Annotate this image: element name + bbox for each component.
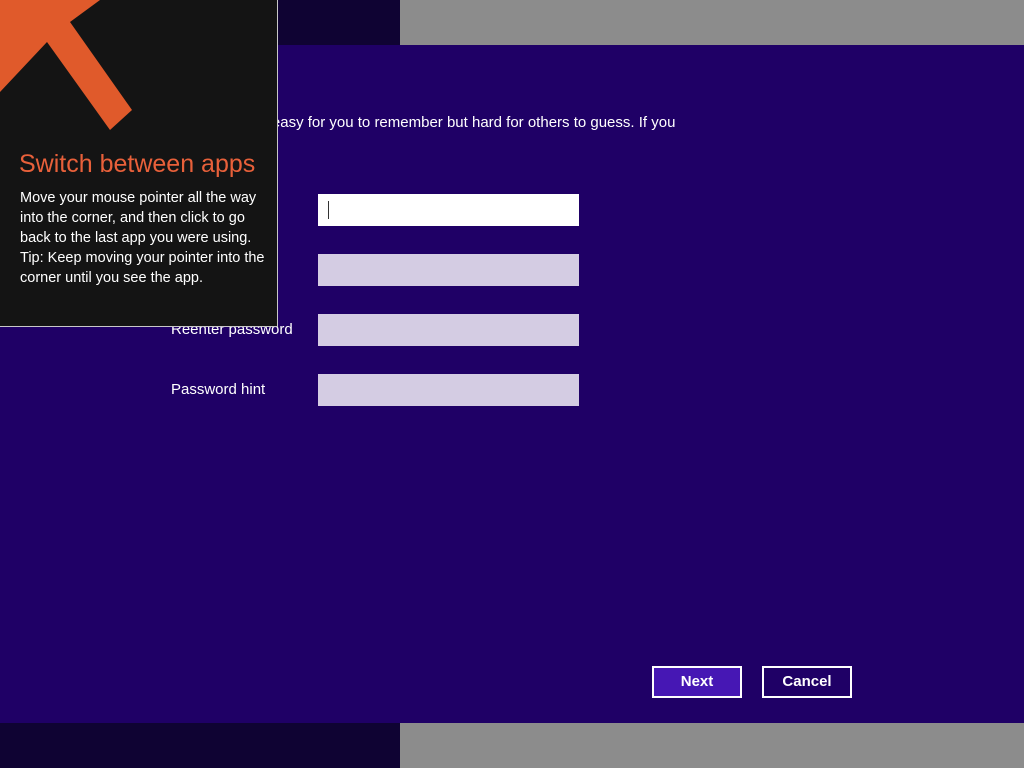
arrow-up-left-icon — [0, 0, 132, 130]
background-top-right — [400, 0, 1024, 45]
next-button[interactable]: Next — [652, 666, 742, 698]
background-bottom-right — [400, 723, 1024, 768]
reenter-password-input[interactable] — [318, 314, 579, 346]
tip-body: Move your mouse pointer all the way into… — [20, 188, 265, 288]
password-hint-label: Password hint — [171, 381, 266, 398]
background-bottom-left — [0, 723, 400, 768]
form-row-password-hint: Password hint — [171, 374, 591, 406]
text-caret — [328, 201, 329, 219]
cancel-button[interactable]: Cancel — [762, 666, 852, 698]
tip-body-line2: Tip: Keep moving your pointer into the c… — [20, 250, 265, 286]
tip-body-line1: Move your mouse pointer all the way into… — [20, 190, 257, 246]
password-input[interactable] — [318, 254, 579, 286]
tip-title: Switch between apps — [19, 150, 256, 178]
switch-apps-tip: Switch between apps Move your mouse poin… — [0, 0, 278, 327]
user-name-input[interactable] — [318, 194, 579, 226]
password-hint-input[interactable] — [318, 374, 579, 406]
screen: er ord that will be easy for you to reme… — [0, 0, 1024, 768]
